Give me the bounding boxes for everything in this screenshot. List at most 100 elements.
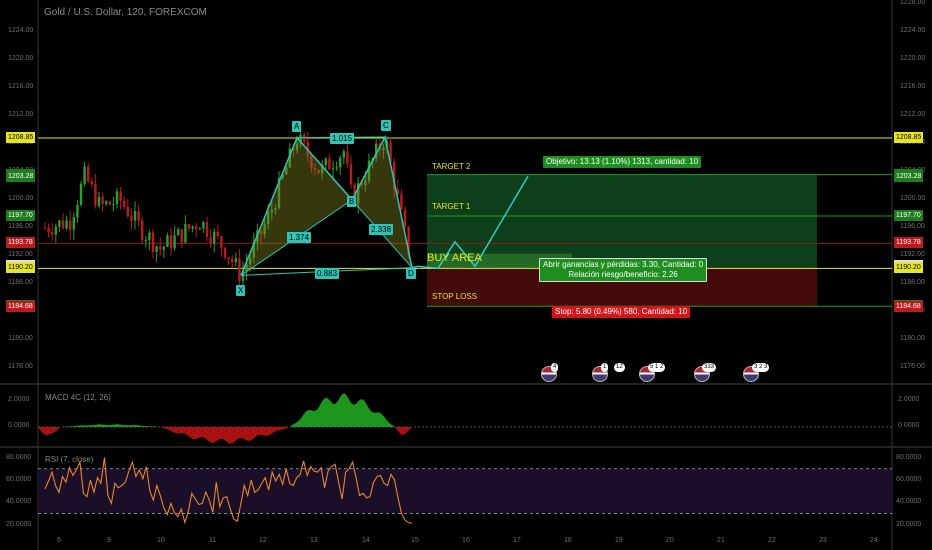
candle-body bbox=[191, 226, 194, 229]
objective-box: Objetivo: 13.13 (1.10%) 1313, cantidad: … bbox=[543, 156, 702, 168]
candle-body bbox=[65, 220, 68, 229]
candle-body bbox=[151, 232, 155, 252]
rsi-band bbox=[38, 468, 892, 514]
stop-loss-label: STOP LOSS bbox=[432, 292, 478, 301]
time-tick: 12 bbox=[259, 537, 267, 544]
candle-body bbox=[112, 204, 115, 206]
candle-body bbox=[205, 222, 209, 237]
candle-body bbox=[216, 231, 219, 237]
candle-body bbox=[195, 226, 198, 230]
candle-body bbox=[133, 211, 137, 221]
time-tick: 21 bbox=[717, 537, 725, 544]
candle-body bbox=[169, 235, 173, 249]
point-d: D bbox=[406, 268, 416, 279]
time-tick: 23 bbox=[819, 537, 827, 544]
price-label: 1184.68 bbox=[894, 300, 923, 312]
rsi-tick: 20.0000 bbox=[896, 520, 922, 528]
price-tick-right: 1216.00 bbox=[900, 83, 926, 91]
candle-body bbox=[144, 239, 147, 241]
candle-body bbox=[238, 258, 241, 281]
time-tick: 18 bbox=[564, 537, 572, 544]
price-tick-left: 1180.00 bbox=[8, 334, 33, 342]
candle-body bbox=[148, 232, 151, 240]
time-tick: 24 bbox=[870, 537, 878, 544]
candle-body bbox=[137, 211, 140, 221]
candle-body bbox=[180, 229, 183, 243]
rsi-tick: 80.0000 bbox=[896, 453, 922, 461]
macd-area bbox=[290, 393, 395, 427]
price-tick-left: 1224.00 bbox=[8, 27, 34, 35]
candle-body bbox=[94, 183, 97, 207]
candle-body bbox=[119, 191, 122, 201]
price-tick-right: 1196.00 bbox=[900, 222, 925, 230]
candle-body bbox=[173, 235, 176, 249]
candle-body bbox=[97, 196, 101, 207]
candle-body bbox=[54, 226, 57, 235]
macd-tick: 0.0000 bbox=[898, 422, 920, 429]
macd-tick: 2.0000 bbox=[898, 396, 920, 403]
rsi-tick: 40.0000 bbox=[6, 498, 32, 506]
rsi-tick: 60.0000 bbox=[6, 475, 32, 483]
time-tick: 19 bbox=[615, 537, 623, 544]
price-tick-right: 1228.00 bbox=[900, 0, 926, 7]
price-label: 1197.70 bbox=[6, 209, 35, 221]
price-tick-right: 1176.00 bbox=[900, 362, 925, 370]
macd-area bbox=[60, 424, 160, 427]
price-label: 1190.20 bbox=[6, 262, 35, 274]
price-tick-left: 1220.00 bbox=[8, 55, 34, 63]
pattern-fill bbox=[241, 137, 352, 276]
candle-body bbox=[123, 200, 126, 207]
time-tick: 22 bbox=[768, 537, 776, 544]
candle-body bbox=[331, 168, 335, 170]
candle-body bbox=[346, 151, 349, 164]
candle-body bbox=[198, 228, 201, 230]
price-label: 1184.68 bbox=[6, 300, 35, 312]
price-label: 1193.78 bbox=[6, 237, 35, 249]
price-tick-left: 1212.00 bbox=[8, 111, 34, 119]
candle-body bbox=[349, 163, 353, 185]
time-tick: 17 bbox=[513, 537, 521, 544]
price-tick-left: 1192.00 bbox=[8, 250, 33, 258]
price-label: 1190.20 bbox=[894, 262, 923, 274]
time-tick: 14 bbox=[362, 537, 370, 544]
time-tick: 6 bbox=[57, 537, 61, 544]
candle-body bbox=[72, 217, 75, 230]
price-label: 1193.78 bbox=[894, 237, 923, 249]
candle-body bbox=[184, 224, 187, 243]
candle-body bbox=[61, 220, 65, 229]
price-tick-right: 1188.00 bbox=[900, 278, 925, 286]
time-tick: 10 bbox=[157, 537, 165, 544]
candle-body bbox=[159, 246, 162, 250]
candle-body bbox=[141, 220, 144, 241]
price-label: 1203.28 bbox=[894, 170, 924, 182]
macd-area bbox=[395, 427, 412, 435]
chart-canvas[interactable] bbox=[0, 0, 932, 550]
price-label: 1197.70 bbox=[894, 209, 923, 221]
rsi-tick: 80.0000 bbox=[6, 453, 32, 461]
candle-body bbox=[209, 236, 212, 244]
candle-body bbox=[324, 158, 327, 165]
event-count: 1 bbox=[601, 363, 609, 372]
candle-body bbox=[227, 257, 230, 259]
candle-body bbox=[115, 191, 119, 205]
candle-body bbox=[58, 220, 61, 227]
macd-area bbox=[160, 427, 290, 444]
price-label: 1208.85 bbox=[894, 132, 924, 144]
candle-body bbox=[83, 166, 86, 184]
symbol-title: Gold / U.S. Dollar, 120, FOREXCOM bbox=[44, 7, 207, 18]
candle-body bbox=[403, 209, 407, 227]
event-count: 3 2 3 bbox=[752, 363, 770, 372]
price-tick-right: 1212.00 bbox=[900, 111, 926, 119]
target2-label: TARGET 2 bbox=[432, 162, 471, 171]
ratio-label-2: 1.374 bbox=[287, 232, 312, 243]
candle-body bbox=[177, 229, 180, 236]
rsi-tick: 20.0000 bbox=[6, 520, 32, 528]
price-label: 1208.85 bbox=[6, 132, 36, 144]
rsi-tick: 40.0000 bbox=[896, 498, 922, 506]
candle-body bbox=[213, 231, 216, 244]
price-tick-left: 1176.00 bbox=[8, 362, 33, 370]
ratio-label-4: 0.883 bbox=[315, 268, 340, 279]
candle-body bbox=[220, 236, 223, 248]
buy-area-label: BUY AREA bbox=[427, 252, 482, 264]
candle-body bbox=[79, 183, 83, 205]
